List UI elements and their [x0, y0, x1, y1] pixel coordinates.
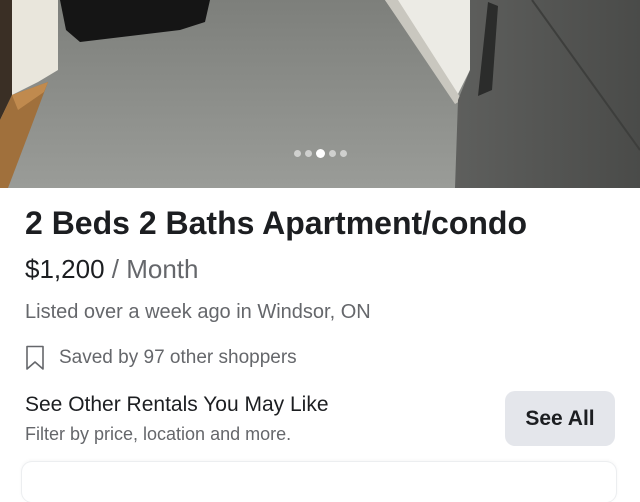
bookmark-icon [25, 345, 45, 371]
listing-title: 2 Beds 2 Baths Apartment/condo [25, 205, 528, 241]
pagination-dot-active[interactable] [315, 149, 325, 158]
apartment-floor-image [0, 0, 640, 188]
price-row: $1,200 / Month [25, 254, 198, 285]
other-rentals-heading: See Other Rentals You May Like [25, 393, 329, 416]
photo-pagination-dots [0, 149, 640, 158]
pagination-dot[interactable] [328, 150, 336, 157]
pagination-dot[interactable] [339, 150, 347, 157]
price-period: / Month [104, 254, 199, 284]
listing-photo[interactable] [0, 0, 640, 188]
pagination-dot[interactable] [293, 150, 301, 157]
saved-count-row[interactable]: Saved by 97 other shoppers [25, 345, 297, 371]
listing-price: $1,200 [25, 254, 105, 284]
other-rentals-subtext: Filter by price, location and more. [25, 424, 292, 444]
saved-count-text: Saved by 97 other shoppers [59, 347, 297, 368]
pagination-dot[interactable] [304, 150, 312, 157]
next-section-card [22, 462, 616, 502]
see-all-button[interactable]: See All [505, 391, 615, 446]
listed-info[interactable]: Listed over a week ago in Windsor, ON [25, 301, 371, 324]
